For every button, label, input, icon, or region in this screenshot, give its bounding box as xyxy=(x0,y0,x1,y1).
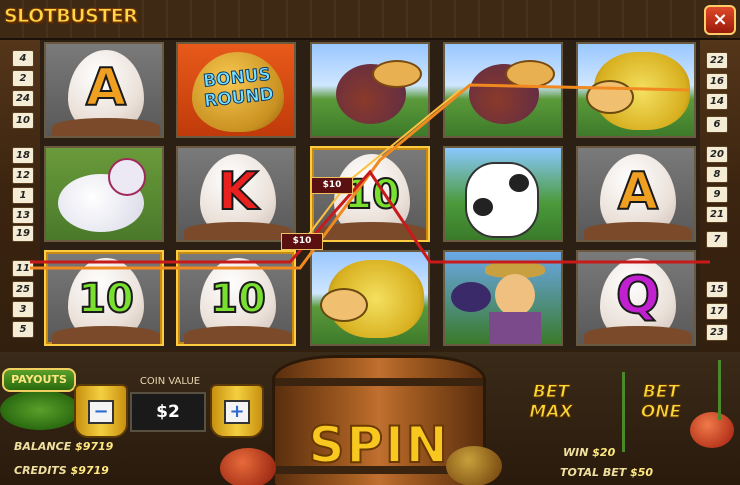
payline-4[interactable]: 4 xyxy=(12,50,34,67)
total-bet-value: $50 xyxy=(630,466,654,479)
symbol-bird xyxy=(310,42,430,138)
cow-icon xyxy=(465,162,539,238)
payline-15[interactable]: 15 xyxy=(706,281,728,298)
payline-14[interactable]: 14 xyxy=(706,93,728,110)
barrel-band xyxy=(275,378,483,386)
hen-head-icon xyxy=(108,158,146,196)
credits-value: $9719 xyxy=(70,464,109,477)
balance-readout: BALANCE $9719 xyxy=(14,440,113,453)
win-amount-tag: $10 xyxy=(311,177,353,194)
close-button[interactable]: × xyxy=(704,5,736,35)
vine-icon xyxy=(718,360,721,420)
payline-20[interactable]: 20 xyxy=(706,146,728,163)
payline-25[interactable]: 25 xyxy=(12,281,34,298)
payline-23[interactable]: 23 xyxy=(706,324,728,341)
symbol-hen xyxy=(44,146,164,242)
symbol-letter: A xyxy=(617,161,659,223)
coin-value-label: COIN VALUE xyxy=(139,376,201,387)
payline-18[interactable]: 18 xyxy=(12,147,34,164)
apple-icon xyxy=(446,446,502,485)
payline-16[interactable]: 16 xyxy=(706,73,728,90)
payline-11[interactable]: 11 xyxy=(12,260,34,277)
scarecrow-body-icon xyxy=(489,312,541,344)
payline-24[interactable]: 24 xyxy=(12,90,34,107)
nest-icon xyxy=(318,222,426,240)
symbol-cow xyxy=(443,146,563,242)
payline-13[interactable]: 13 xyxy=(12,207,34,224)
nest-icon xyxy=(52,118,160,136)
symbol-bird xyxy=(443,42,563,138)
win-value: $20 xyxy=(592,446,616,459)
payline-10[interactable]: 10 xyxy=(12,112,34,129)
cow-spot-icon xyxy=(509,174,529,192)
symbol-text: 10 xyxy=(77,275,135,323)
symbol-q: Q xyxy=(576,250,696,346)
payline-12[interactable]: 12 xyxy=(12,167,34,184)
symbol-text: 10 xyxy=(209,275,267,323)
total-bet-readout: TOTAL BET $50 xyxy=(560,466,653,479)
payline-6[interactable]: 6 xyxy=(706,116,728,133)
symbol-letter: A xyxy=(85,57,127,119)
top-bar: SLOTBUSTER × xyxy=(0,0,740,40)
payline-19[interactable]: 19 xyxy=(12,225,34,242)
cow-spot-icon xyxy=(473,198,493,216)
plus-icon: + xyxy=(224,400,250,424)
nest-icon xyxy=(584,222,692,240)
nest-icon xyxy=(52,326,160,344)
nest-icon xyxy=(584,326,692,344)
bet-max-button[interactable]: BET MAX xyxy=(514,382,588,436)
win-readout: WIN $20 xyxy=(563,446,615,459)
nest-icon xyxy=(184,222,292,240)
payline-1[interactable]: 1 xyxy=(12,187,34,204)
total-bet-label: TOTAL BET xyxy=(560,466,627,479)
credits-label: CREDITS xyxy=(14,464,67,477)
symbol-10: 10 xyxy=(44,250,164,346)
symbol-bonus-round: BONUS ROUND xyxy=(176,42,296,138)
payline-2[interactable]: 2 xyxy=(12,70,34,87)
minus-icon: − xyxy=(88,400,114,424)
reel-grid: A 10 BONUS ROUND K 10 10 A Q xyxy=(40,40,700,350)
symbol-letter: Q xyxy=(615,265,661,327)
scarecrow-icon xyxy=(495,274,535,316)
credits-readout: CREDITS $9719 xyxy=(14,464,109,477)
payline-8[interactable]: 8 xyxy=(706,166,728,183)
payline-17[interactable]: 17 xyxy=(706,303,728,320)
payline-21[interactable]: 21 xyxy=(706,206,728,223)
symbol-10: 10 xyxy=(176,250,296,346)
win-amount-tag: $10 xyxy=(281,233,323,250)
symbol-sheep xyxy=(310,250,430,346)
sheep-face-icon xyxy=(586,80,634,114)
symbol-sheep xyxy=(576,42,696,138)
payline-9[interactable]: 9 xyxy=(706,186,728,203)
increase-coin-button[interactable]: + xyxy=(210,384,264,438)
corn-leaves-icon xyxy=(0,390,80,430)
balance-label: BALANCE xyxy=(14,440,72,453)
crow-icon xyxy=(451,282,491,312)
symbol-a: A xyxy=(576,146,696,242)
beak-icon xyxy=(372,60,422,88)
beak-icon xyxy=(505,60,555,88)
payline-7[interactable]: 7 xyxy=(706,231,728,248)
slot-game-screen: SLOTBUSTER × 4 2 24 10 18 12 1 13 19 11 … xyxy=(0,0,740,485)
payline-3[interactable]: 3 xyxy=(12,301,34,318)
slotbuster-logo: SLOTBUSTER xyxy=(3,5,138,28)
nest-icon xyxy=(184,326,292,344)
bet-one-button[interactable]: BET ONE xyxy=(624,382,698,436)
payouts-button[interactable]: PAYOUTS xyxy=(2,368,76,392)
symbol-10: 10 xyxy=(310,146,430,242)
symbol-scarecrow xyxy=(443,250,563,346)
coin-value-display: $2 xyxy=(130,392,206,432)
symbol-k: K xyxy=(176,146,296,242)
balance-value: $9719 xyxy=(75,440,114,453)
symbol-a: A xyxy=(44,42,164,138)
decrease-coin-button[interactable]: − xyxy=(74,384,128,438)
win-label: WIN xyxy=(563,446,589,459)
payline-5[interactable]: 5 xyxy=(12,321,34,338)
apple-icon xyxy=(220,448,276,485)
payline-22[interactable]: 22 xyxy=(706,52,728,69)
symbol-letter: K xyxy=(217,161,259,223)
sheep-face-icon xyxy=(320,288,368,322)
